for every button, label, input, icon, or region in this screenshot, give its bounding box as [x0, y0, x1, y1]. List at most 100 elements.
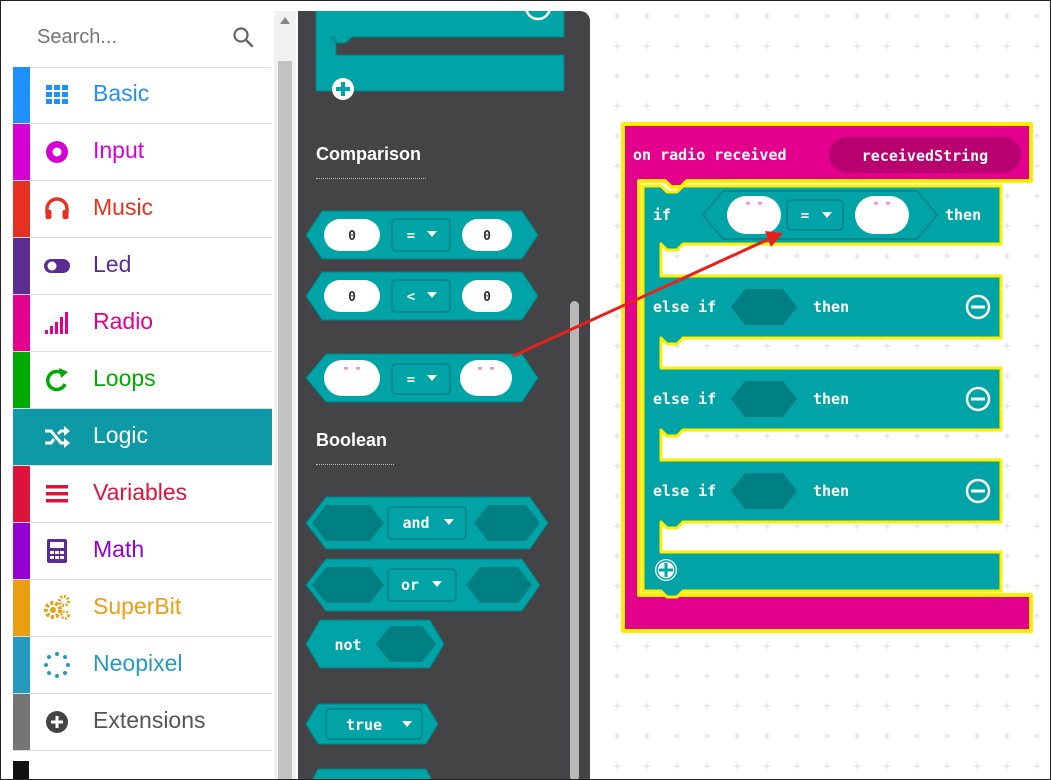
then-label: then: [945, 206, 981, 224]
section-divider: [316, 464, 394, 465]
or-label: or: [401, 576, 419, 594]
radio-received-event[interactable]: on radio received receivedString if " " …: [591, 1, 1051, 780]
add-branch-icon[interactable]: [655, 559, 677, 581]
category-neopixel[interactable]: Neopixel: [13, 637, 272, 694]
shuffle-icon: [45, 426, 70, 448]
category-superbit[interactable]: SuperBit: [13, 580, 272, 637]
boolean-or-block[interactable]: or: [305, 558, 541, 612]
boolean-false-block[interactable]: [306, 768, 438, 780]
signal-icon: [45, 312, 68, 334]
number-value-a: 0: [348, 229, 356, 244]
loop-arrow-icon: [46, 368, 68, 392]
comparison-heading: Comparison: [316, 144, 422, 164]
category-label: Math: [93, 536, 145, 562]
if-else-block[interactable]: [315, 11, 565, 100]
condition-slot[interactable]: [731, 381, 797, 417]
toolbox-sidebar: Basic Input Music: [1, 1, 272, 779]
string-quote-a: " ": [745, 201, 763, 212]
category-label: Radio: [93, 308, 154, 334]
boolean-true-block[interactable]: true: [305, 703, 439, 745]
else-if-label: else if: [653, 482, 716, 500]
app-frame: Basic Input Music: [0, 0, 1051, 780]
true-label: true: [346, 716, 382, 734]
category-input[interactable]: Input: [13, 124, 272, 181]
then-label: then: [813, 298, 849, 316]
category-color-bar: [13, 637, 30, 693]
grid-icon: [46, 85, 68, 104]
toolbox-scrollbar[interactable]: [274, 11, 296, 779]
category-color-bar: [13, 295, 30, 351]
circle-dot-icon: [46, 141, 68, 163]
boolean-not-block[interactable]: not: [305, 619, 445, 669]
category-label: Variables: [93, 479, 188, 505]
event-label: on radio received: [633, 146, 787, 164]
category-logic[interactable]: Logic: [13, 409, 272, 466]
category-math[interactable]: Math: [13, 523, 272, 580]
scrollbar-thumb[interactable]: [278, 61, 292, 779]
category-led[interactable]: Led: [13, 238, 272, 295]
operator-label: =: [801, 208, 809, 224]
add-branch-icon[interactable]: [332, 78, 354, 100]
list-icon: [46, 485, 68, 503]
compare-number-equal-block[interactable]: 0 = 0: [305, 210, 539, 260]
if-label: if: [653, 206, 671, 224]
category-label: Basic: [93, 80, 150, 106]
else-if-label: else if: [653, 298, 716, 316]
number-value-b: 0: [483, 290, 491, 305]
boolean-slot-b[interactable]: [466, 567, 532, 603]
category-label: Logic: [93, 422, 148, 448]
boolean-and-block[interactable]: and: [305, 496, 549, 550]
category-color-bar: [13, 124, 30, 180]
search-input[interactable]: [35, 25, 219, 50]
toggle-icon: [44, 259, 70, 273]
category-color-bar: [13, 580, 30, 636]
operator-label: <: [407, 289, 415, 305]
condition-slot[interactable]: [731, 289, 797, 325]
blocks-flyout: 0 = 0 0 < 0 " " = " " and or not true Co…: [298, 11, 590, 780]
then-label: then: [813, 390, 849, 408]
operator-label: =: [407, 228, 415, 244]
boolean-slot-a[interactable]: [312, 505, 384, 541]
string-quote-a: " ": [343, 366, 361, 377]
category-color-bar: [13, 694, 30, 750]
calculator-icon: [47, 539, 67, 563]
and-label: and: [402, 514, 429, 532]
string-quote-b: " ": [477, 366, 495, 377]
sidebar-footer-item: [13, 761, 29, 779]
then-label: then: [813, 482, 849, 500]
not-label: not: [334, 636, 361, 654]
plus-circle-icon: [46, 711, 68, 733]
category-label: Neopixel: [93, 650, 183, 676]
category-color-bar: [13, 67, 30, 123]
category-color-bar: [13, 352, 30, 408]
compare-number-less-block[interactable]: 0 < 0: [305, 271, 539, 321]
category-radio[interactable]: Radio: [13, 295, 272, 352]
condition-slot[interactable]: [731, 473, 797, 509]
dots-circle-icon: [44, 652, 70, 678]
category-label: Input: [93, 137, 145, 163]
category-label: Music: [93, 194, 154, 220]
param-label: receivedString: [862, 147, 988, 165]
flyout-scrollbar[interactable]: [570, 301, 579, 779]
category-label: Extensions: [93, 707, 206, 733]
compare-string-equal-block[interactable]: " " = " ": [305, 353, 539, 403]
category-extensions[interactable]: Extensions: [13, 694, 272, 751]
number-value-a: 0: [348, 290, 356, 305]
search-icon[interactable]: [231, 25, 255, 49]
operator-label: =: [407, 372, 415, 388]
code-workspace[interactable]: on radio received receivedString if " " …: [591, 1, 1051, 780]
flyout-blocks: 0 = 0 0 < 0 " " = " " and or not true: [305, 11, 565, 780]
category-color-bar: [13, 181, 30, 237]
category-basic[interactable]: Basic: [13, 67, 272, 124]
string-quote-b: " ": [873, 201, 891, 212]
number-value-b: 0: [483, 229, 491, 244]
category-variables[interactable]: Variables: [13, 466, 272, 523]
boolean-slot-a[interactable]: [312, 567, 384, 603]
boolean-slot-b[interactable]: [474, 505, 540, 541]
section-divider: [316, 178, 426, 179]
category-loops[interactable]: Loops: [13, 352, 272, 409]
category-label: Led: [93, 251, 132, 277]
scroll-up-icon[interactable]: [280, 17, 290, 24]
toolbox-search: [13, 11, 271, 68]
category-music[interactable]: Music: [13, 181, 272, 238]
